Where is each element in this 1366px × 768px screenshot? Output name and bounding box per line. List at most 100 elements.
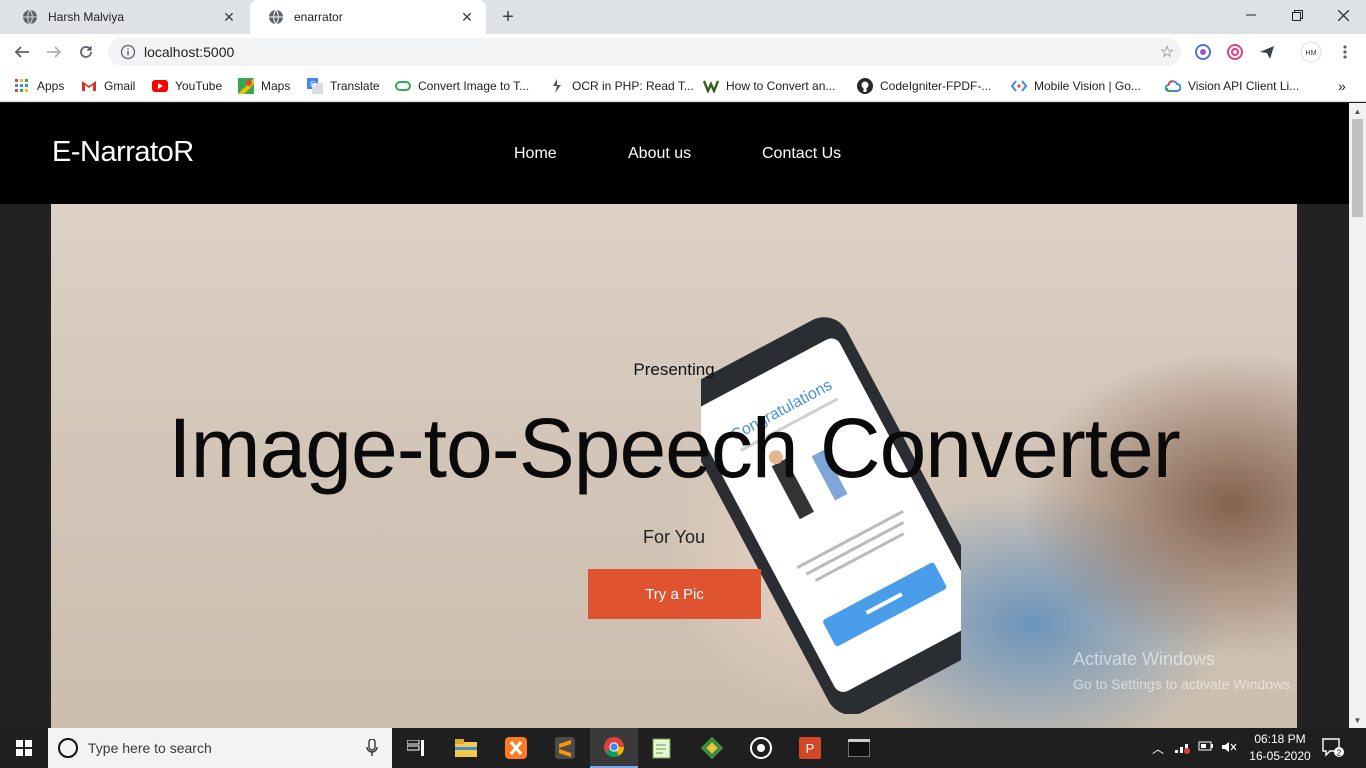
google-cloud-icon xyxy=(1165,78,1181,94)
extension-icon-1[interactable] xyxy=(1192,41,1214,63)
bookmark-translate[interactable]: G Translate xyxy=(307,76,380,96)
bookmark-label: Mobile Vision | Go... xyxy=(1034,79,1141,93)
hero-subline: For You xyxy=(642,527,706,547)
back-button[interactable] xyxy=(8,38,36,66)
link-icon xyxy=(395,78,411,94)
more-bookmarks-button[interactable]: » xyxy=(1338,76,1346,96)
apps-grid-icon xyxy=(14,78,30,94)
gmail-icon xyxy=(81,78,97,94)
bookmark-how-to-convert[interactable]: How to Convert an... xyxy=(703,76,835,96)
folder-icon xyxy=(455,739,477,757)
restore-button[interactable] xyxy=(1274,0,1320,30)
arrow-left-icon xyxy=(14,46,29,58)
bookmark-label: Translate xyxy=(330,79,380,93)
action-center-button[interactable]: 2 xyxy=(1322,738,1344,758)
task-view-button[interactable] xyxy=(392,728,440,768)
show-hidden-icons-chevron-icon[interactable]: ︿ xyxy=(1152,740,1164,757)
chrome-taskbar-button[interactable] xyxy=(590,728,638,768)
git-button[interactable] xyxy=(688,728,736,768)
terminal-button[interactable] xyxy=(835,728,883,768)
nav-home[interactable]: Home xyxy=(514,145,557,163)
bookmark-maps[interactable]: Maps xyxy=(238,76,290,96)
site-brand[interactable]: E-NarratoR xyxy=(52,136,194,169)
file-explorer-button[interactable] xyxy=(442,728,490,768)
sublime-text-button[interactable] xyxy=(541,728,589,768)
nav-contact-us[interactable]: Contact Us xyxy=(762,145,841,163)
cortana-icon xyxy=(58,738,78,758)
bookmark-convert-image[interactable]: Convert Image to T... xyxy=(395,76,529,96)
activate-windows-title: Activate Windows xyxy=(1073,649,1216,669)
battery-icon[interactable] xyxy=(1198,740,1214,755)
taskbar-clock[interactable]: 06:18 PM 16-05-2020 xyxy=(1246,731,1314,765)
clock-date: 16-05-2020 xyxy=(1249,749,1311,763)
bookmark-vision-api[interactable]: Vision API Client Li... xyxy=(1165,76,1299,96)
send-icon[interactable] xyxy=(1256,41,1278,63)
notepad-plus-button[interactable] xyxy=(638,728,686,768)
profile-avatar[interactable]: HM xyxy=(1300,41,1322,63)
bookmark-youtube[interactable]: YouTube xyxy=(152,76,222,96)
try-a-pic-button[interactable]: Try a Pic xyxy=(588,569,761,619)
bookmark-mobile-vision[interactable]: Mobile Vision | Go... xyxy=(1011,76,1141,96)
site-navbar: E-NarratoR Home About us Contact Us xyxy=(0,103,1349,204)
close-tab-icon[interactable]: ✕ xyxy=(220,8,238,26)
windows-logo-icon xyxy=(16,740,32,756)
link-icon xyxy=(1011,78,1027,94)
arrow-right-icon xyxy=(47,46,62,58)
bookmark-label: YouTube xyxy=(175,79,223,93)
powerpoint-button[interactable]: P xyxy=(786,728,834,768)
bookmark-label: OCR in PHP: Read T... xyxy=(572,79,694,93)
start-button[interactable] xyxy=(0,728,48,768)
close-icon xyxy=(1337,9,1349,21)
globe-icon xyxy=(269,9,283,25)
info-icon[interactable] xyxy=(120,44,136,60)
browser-toolbar: localhost:5000 ☆ HM xyxy=(0,34,1366,70)
bookmark-apps[interactable]: Apps xyxy=(14,76,64,96)
maps-icon xyxy=(238,78,254,94)
bookmark-label: Convert Image to T... xyxy=(418,79,530,93)
close-tab-icon[interactable]: ✕ xyxy=(458,8,476,26)
bookmark-label: Vision API Client Li... xyxy=(1188,79,1300,93)
notification-count: 2 xyxy=(1337,749,1342,758)
sublime-text-icon xyxy=(555,737,575,759)
xampp-button[interactable] xyxy=(492,728,540,768)
nav-about-us[interactable]: About us xyxy=(628,145,691,163)
reload-icon xyxy=(80,46,92,58)
network-icon[interactable] xyxy=(1174,740,1190,757)
address-bar[interactable]: localhost:5000 ☆ xyxy=(108,38,1181,66)
forward-button[interactable] xyxy=(40,38,68,66)
bookmark-codeigniter[interactable]: CodeIgniter-FPDF-... xyxy=(857,76,991,96)
svg-text:HM: HM xyxy=(1306,50,1317,57)
bookmark-label: Gmail xyxy=(104,79,136,93)
clock-time: 06:18 PM xyxy=(1254,732,1306,746)
taskbar-search-box[interactable]: Type here to search xyxy=(48,728,392,768)
bookmark-ocr-php[interactable]: OCR in PHP: Read T... xyxy=(549,76,694,96)
bookmark-label: How to Convert an... xyxy=(726,79,836,93)
tab-harsh-malviya[interactable]: Harsh Malviya ✕ xyxy=(4,0,248,34)
new-tab-button[interactable]: + xyxy=(494,3,522,31)
globe-icon xyxy=(23,9,37,25)
close-window-button[interactable] xyxy=(1320,0,1366,30)
restore-icon xyxy=(1291,9,1303,21)
task-view-icon xyxy=(407,740,424,756)
scrollbar-thumb[interactable] xyxy=(1352,119,1363,217)
volume-muted-icon[interactable] xyxy=(1221,740,1237,757)
reload-button[interactable] xyxy=(72,38,100,66)
xampp-icon xyxy=(505,737,527,759)
tab-strip: Harsh Malviya ✕ enarrator ✕ + xyxy=(0,0,1366,34)
activate-windows-subtitle: Go to Settings to activate Windows. xyxy=(1073,676,1294,692)
microphone-icon[interactable] xyxy=(366,739,378,757)
menu-kebab-icon[interactable] xyxy=(1334,41,1356,63)
svg-text:P: P xyxy=(806,741,815,756)
url-text[interactable]: localhost:5000 xyxy=(144,44,1153,60)
tab-title: enarrator xyxy=(294,10,343,24)
bookmark-label: Maps xyxy=(261,79,291,93)
minimize-button[interactable] xyxy=(1228,0,1274,30)
bookmark-gmail[interactable]: Gmail xyxy=(81,76,135,96)
tab-enarrator[interactable]: enarrator ✕ xyxy=(250,0,486,34)
extension-icon-2[interactable] xyxy=(1224,41,1246,63)
scroll-down-arrow-icon[interactable]: ▼ xyxy=(1349,712,1366,728)
scroll-up-arrow-icon[interactable]: ▲ xyxy=(1349,103,1366,119)
page-viewport: E-NarratoR Home About us Contact Us Cong… xyxy=(0,103,1366,728)
obs-button[interactable] xyxy=(737,728,785,768)
bookmark-star-icon[interactable]: ☆ xyxy=(1153,42,1181,62)
